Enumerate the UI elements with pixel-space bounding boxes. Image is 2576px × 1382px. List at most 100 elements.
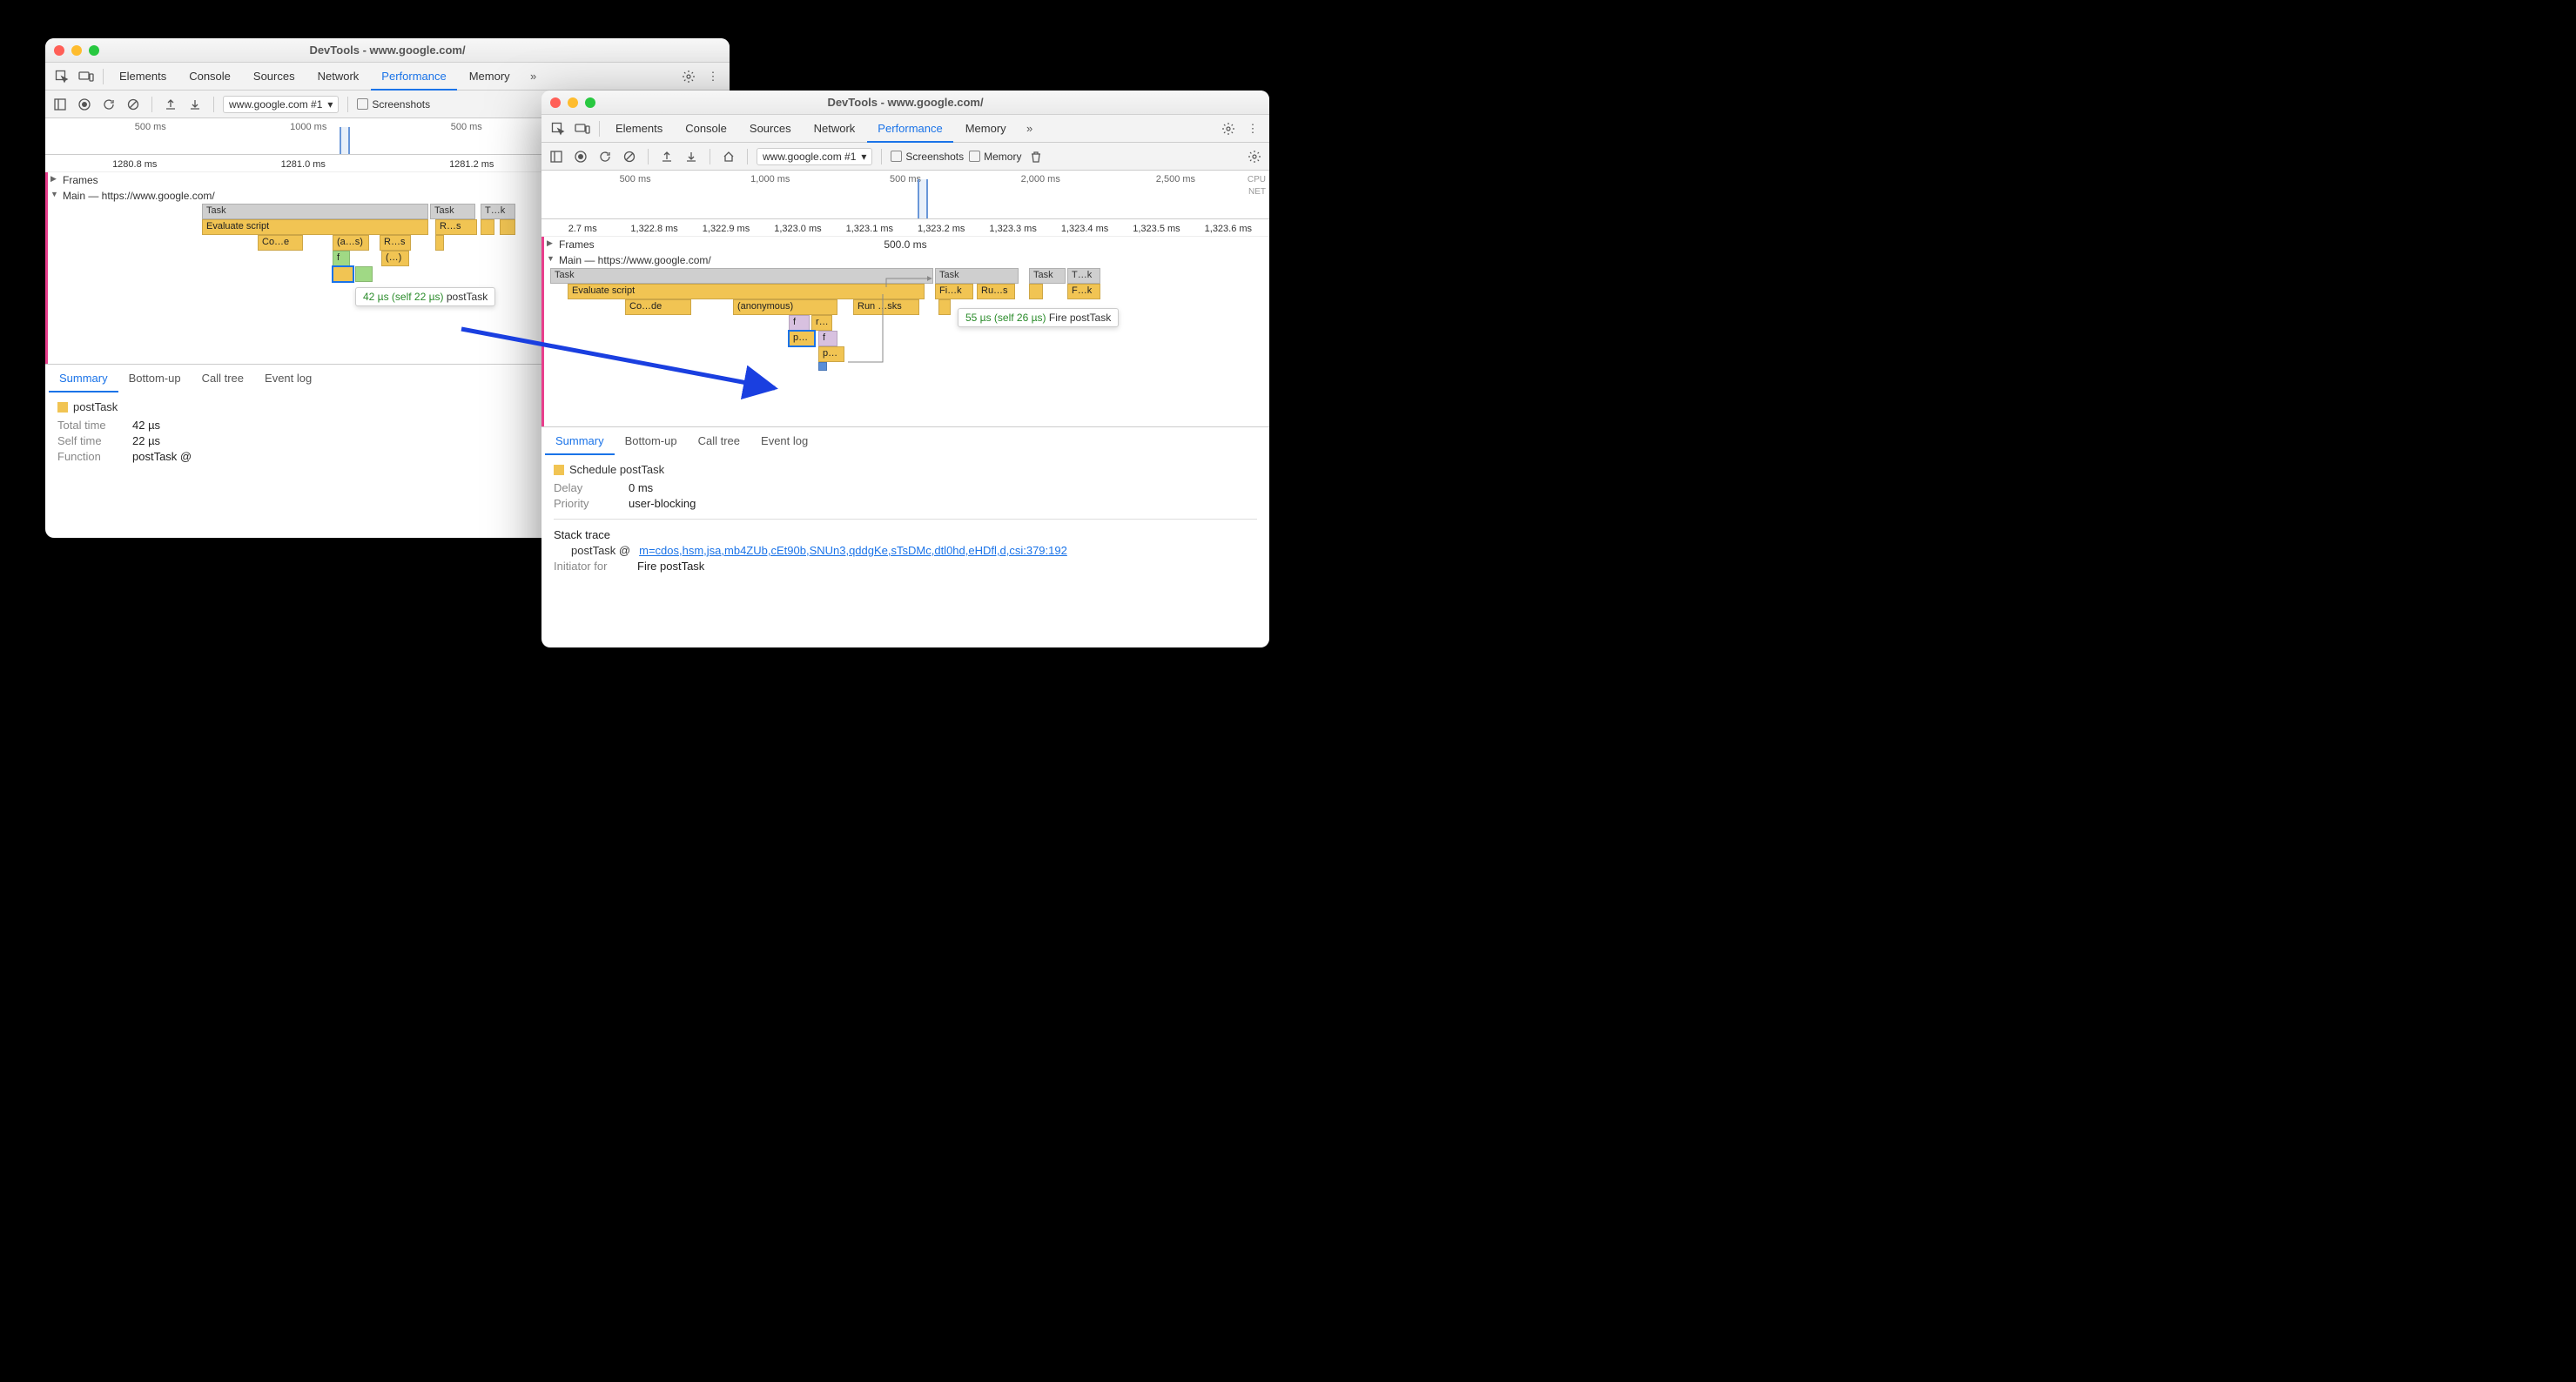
stack-link[interactable]: m=cdos,hsm,jsa,mb4ZUb,cEt90b,SNUn3,qddgK… bbox=[639, 544, 1067, 557]
kebab-menu-icon[interactable]: ⋮ bbox=[702, 64, 724, 89]
clear-icon[interactable] bbox=[124, 92, 143, 117]
bar-run[interactable]: R…s bbox=[435, 219, 477, 235]
flamechart[interactable]: Frames 500.0 ms Main — https://www.googl… bbox=[541, 237, 1269, 426]
group-frames[interactable]: Frames 500.0 ms bbox=[541, 237, 1269, 252]
bar-evaluate-script[interactable]: Evaluate script bbox=[202, 219, 428, 235]
overview-brush[interactable] bbox=[340, 127, 350, 154]
bar-task[interactable]: Task bbox=[430, 204, 475, 219]
tab-sources[interactable]: Sources bbox=[243, 63, 306, 91]
bar-f[interactable]: f bbox=[333, 251, 350, 266]
dtab-event-log[interactable]: Event log bbox=[254, 365, 322, 392]
tab-elements[interactable]: Elements bbox=[109, 63, 177, 91]
overview-tick: 2,000 ms bbox=[973, 174, 1108, 184]
bar-task[interactable]: T…k bbox=[481, 204, 515, 219]
tab-memory[interactable]: Memory bbox=[955, 115, 1017, 143]
bar-task[interactable]: T…k bbox=[1067, 268, 1100, 284]
inspect-icon[interactable] bbox=[547, 117, 569, 141]
dtab-event-log[interactable]: Event log bbox=[750, 427, 818, 455]
garbage-icon[interactable] bbox=[1026, 144, 1046, 169]
bar-run-microtasks[interactable]: Run …sks bbox=[853, 299, 919, 315]
recording-select[interactable]: www.google.com #1▾ bbox=[757, 148, 872, 165]
memory-checkbox[interactable]: Memory bbox=[969, 151, 1021, 163]
overview-timeline[interactable]: 500 ms 1,000 ms 500 ms 2,000 ms 2,500 ms… bbox=[541, 171, 1269, 219]
upload-icon[interactable] bbox=[161, 92, 180, 117]
bar-posttask-selected[interactable] bbox=[333, 266, 353, 282]
bar-p[interactable]: p… bbox=[818, 346, 844, 362]
ruler-tick: 1,323.2 ms bbox=[905, 224, 977, 234]
overview-tick: 1000 ms bbox=[230, 122, 388, 132]
more-tabs-icon[interactable]: » bbox=[522, 64, 545, 89]
download-icon[interactable] bbox=[185, 92, 205, 117]
bar-compile[interactable]: Co…e bbox=[258, 235, 303, 251]
bar-posttask-selected[interactable]: p… bbox=[789, 331, 815, 346]
screenshots-checkbox[interactable]: Screenshots bbox=[891, 151, 964, 163]
upload-icon[interactable] bbox=[657, 144, 676, 169]
bar-f[interactable]: f bbox=[818, 331, 837, 346]
tab-performance[interactable]: Performance bbox=[867, 115, 952, 143]
tab-performance[interactable]: Performance bbox=[371, 63, 456, 91]
screenshots-checkbox[interactable]: Screenshots bbox=[357, 98, 430, 111]
kebab-menu-icon[interactable]: ⋮ bbox=[1241, 117, 1264, 141]
tab-sources[interactable]: Sources bbox=[739, 115, 802, 143]
tab-network[interactable]: Network bbox=[804, 115, 866, 143]
device-toggle-icon[interactable] bbox=[75, 64, 98, 89]
reload-icon[interactable] bbox=[595, 144, 615, 169]
bar[interactable] bbox=[481, 219, 494, 235]
bar[interactable] bbox=[435, 235, 444, 251]
ruler-tick: 1,323.6 ms bbox=[1193, 224, 1264, 234]
bar-anonymous[interactable]: (anonymous) bbox=[733, 299, 837, 315]
device-toggle-icon[interactable] bbox=[571, 117, 594, 141]
overview-brush[interactable] bbox=[918, 179, 928, 218]
toggle-side-pane-icon[interactable] bbox=[50, 92, 70, 117]
bar-task[interactable]: Task bbox=[1029, 268, 1066, 284]
bar-compile[interactable]: Co…de bbox=[625, 299, 691, 315]
dtab-bottom-up[interactable]: Bottom-up bbox=[615, 427, 688, 455]
dtab-summary[interactable]: Summary bbox=[545, 427, 615, 455]
dtab-bottom-up[interactable]: Bottom-up bbox=[118, 365, 192, 392]
bar-run[interactable]: R…s bbox=[380, 235, 411, 251]
settings-icon[interactable] bbox=[1217, 117, 1240, 141]
bar-task[interactable]: Task bbox=[202, 204, 428, 219]
bar-anonymous[interactable]: (a…s) bbox=[333, 235, 369, 251]
bar-marker[interactable] bbox=[818, 362, 827, 371]
bar-evaluate-script[interactable]: Evaluate script bbox=[568, 284, 925, 299]
bar-r[interactable]: r… bbox=[811, 315, 832, 331]
chevron-down-icon: ▾ bbox=[327, 98, 333, 111]
tab-elements[interactable]: Elements bbox=[605, 115, 673, 143]
flame-tooltip: 42 µs (self 22 µs) postTask bbox=[355, 287, 495, 306]
bar[interactable] bbox=[1029, 284, 1043, 299]
record-icon[interactable] bbox=[75, 92, 94, 117]
inspect-icon[interactable] bbox=[50, 64, 73, 89]
tab-console[interactable]: Console bbox=[675, 115, 737, 143]
reload-icon[interactable] bbox=[99, 92, 118, 117]
home-icon[interactable] bbox=[719, 144, 738, 169]
group-main[interactable]: Main — https://www.google.com/ bbox=[541, 252, 1269, 268]
overview-side-labels: CPUNET bbox=[1248, 174, 1266, 198]
ruler-tick: 1281.2 ms bbox=[387, 159, 556, 170]
more-tabs-icon[interactable]: » bbox=[1019, 117, 1041, 141]
recording-select[interactable]: www.google.com #1▾ bbox=[223, 96, 339, 113]
settings-icon[interactable] bbox=[677, 64, 700, 89]
bar[interactable] bbox=[500, 219, 515, 235]
tab-network[interactable]: Network bbox=[307, 63, 370, 91]
bar[interactable] bbox=[938, 299, 951, 315]
tab-memory[interactable]: Memory bbox=[459, 63, 521, 91]
dtab-summary[interactable]: Summary bbox=[49, 365, 118, 392]
bar-task[interactable]: Task bbox=[550, 268, 933, 284]
dtab-call-tree[interactable]: Call tree bbox=[688, 427, 750, 455]
bar-fire[interactable]: F…k bbox=[1067, 284, 1100, 299]
dtab-call-tree[interactable]: Call tree bbox=[192, 365, 254, 392]
ruler-tick: 2.7 ms bbox=[547, 224, 618, 234]
download-icon[interactable] bbox=[682, 144, 701, 169]
bar-fire[interactable]: Fi…k bbox=[935, 284, 973, 299]
bar-f[interactable]: f bbox=[789, 315, 810, 331]
bar[interactable] bbox=[355, 266, 373, 282]
tab-console[interactable]: Console bbox=[178, 63, 241, 91]
settings-icon[interactable] bbox=[1245, 144, 1264, 169]
bar-task[interactable]: Task bbox=[935, 268, 1019, 284]
record-icon[interactable] bbox=[571, 144, 590, 169]
toggle-side-pane-icon[interactable] bbox=[547, 144, 566, 169]
clear-icon[interactable] bbox=[620, 144, 639, 169]
bar-run[interactable]: Ru…s bbox=[977, 284, 1015, 299]
bar-parens[interactable]: (…) bbox=[381, 251, 409, 266]
